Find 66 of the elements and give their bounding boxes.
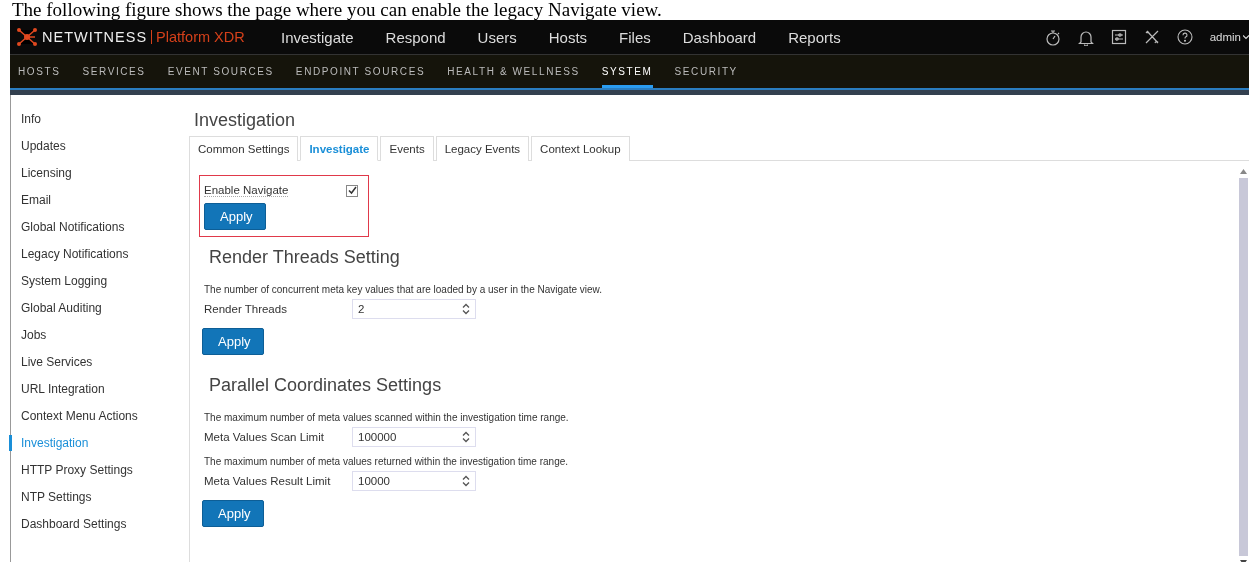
field-description: The number of concurrent meta key values that are loaded by a user in the Navigate view. xyxy=(204,284,603,295)
nav-link[interactable]: Investigate xyxy=(281,28,354,46)
nav-link[interactable]: Dashboard xyxy=(682,28,757,46)
number-field[interactable]: 10000 xyxy=(352,471,476,491)
section-heading: Parallel Coordinates Settings xyxy=(209,375,443,396)
sidebar-item[interactable]: Live Services xyxy=(9,354,93,381)
sidebar-item[interactable]: Context Menu Actions xyxy=(9,408,138,435)
spinner-icon[interactable] xyxy=(462,475,470,487)
caption: The following figure shows the page where you can enable the legacy Navigate view. xyxy=(11,0,663,20)
sidebar-item[interactable]: Jobs xyxy=(9,327,47,354)
tab[interactable]: Context Lookup xyxy=(531,136,630,161)
number-field[interactable]: 2 xyxy=(352,299,476,319)
brand-name: NETWITNESS xyxy=(42,29,148,45)
stopwatch-icon[interactable] xyxy=(1044,28,1061,46)
scrollbar-thumb[interactable] xyxy=(1239,178,1248,556)
nav-tab[interactable]: SECURITY xyxy=(674,58,738,88)
settings-icon[interactable] xyxy=(1110,29,1127,45)
bell-icon[interactable] xyxy=(1077,28,1094,46)
nav-link[interactable]: Hosts xyxy=(548,28,588,46)
tab[interactable]: Common Settings xyxy=(189,136,299,161)
sidebar-item[interactable]: System Logging xyxy=(9,273,108,300)
sidebar-item[interactable]: Investigation xyxy=(9,435,89,451)
scroll-up-icon[interactable] xyxy=(1240,169,1247,174)
field-label: Meta Values Scan Limit xyxy=(204,431,325,443)
nav-link[interactable]: Reports xyxy=(788,28,841,46)
sidebar-item[interactable]: Global Notifications xyxy=(9,219,125,246)
sidebar-item[interactable]: Global Auditing xyxy=(9,300,102,327)
field-label: Render Threads xyxy=(204,303,288,315)
tab[interactable]: Legacy Events xyxy=(435,136,530,161)
product-name: Platform XDR xyxy=(151,30,245,44)
sidebar-item[interactable]: Info xyxy=(9,111,41,138)
nav-tab[interactable]: EVENT SOURCES xyxy=(167,58,274,88)
page-title: Investigation xyxy=(194,110,297,131)
section-heading: Render Threads Setting xyxy=(209,247,401,268)
logo-icon xyxy=(16,28,38,46)
tab[interactable]: Events xyxy=(380,136,434,161)
sidebar-item[interactable]: URL Integration xyxy=(9,381,105,408)
sidebar-item[interactable]: Updates xyxy=(9,138,66,165)
help-icon[interactable] xyxy=(1176,29,1193,45)
nav-tab[interactable]: HOSTS xyxy=(18,58,61,88)
apply-button[interactable]: Apply xyxy=(204,203,266,230)
field-description: The maximum number of meta values scanned within the investigation time range. xyxy=(204,412,570,423)
field-label: Meta Values Result Limit xyxy=(204,475,332,487)
caret-icon[interactable] xyxy=(1243,34,1249,40)
sidebar-item[interactable]: Email xyxy=(9,192,51,219)
apply-button[interactable]: Apply xyxy=(202,328,264,355)
checkbox[interactable] xyxy=(346,184,358,197)
field-description: The maximum number of meta values returned within the investigation time range. xyxy=(204,456,570,467)
apply-button[interactable]: Apply xyxy=(202,500,264,527)
user-menu[interactable]: admin xyxy=(1209,31,1241,43)
nav-tab[interactable]: SERVICES xyxy=(82,58,146,88)
number-field[interactable]: 100000 xyxy=(352,427,476,447)
sidebar-item[interactable]: Licensing xyxy=(9,165,72,192)
sidebar-item[interactable]: HTTP Proxy Settings xyxy=(9,462,133,489)
nav-link[interactable]: Respond xyxy=(385,28,446,46)
sidebar-item[interactable]: Dashboard Settings xyxy=(9,516,127,543)
nav-tab[interactable]: HEALTH & WELLNESS xyxy=(447,58,580,88)
tab[interactable]: Investigate xyxy=(300,136,379,161)
sidebar-item[interactable]: Legacy Notifications xyxy=(9,246,129,273)
sidebar-item[interactable]: NTP Settings xyxy=(9,489,92,516)
spinner-icon[interactable] xyxy=(462,431,470,443)
nav-link[interactable]: Users xyxy=(477,28,517,46)
nav-link[interactable]: Files xyxy=(619,28,651,46)
spinner-icon[interactable] xyxy=(462,303,470,315)
field-label: Enable Navigate xyxy=(204,184,289,197)
nav-tab[interactable]: ENDPOINT SOURCES xyxy=(295,58,426,88)
